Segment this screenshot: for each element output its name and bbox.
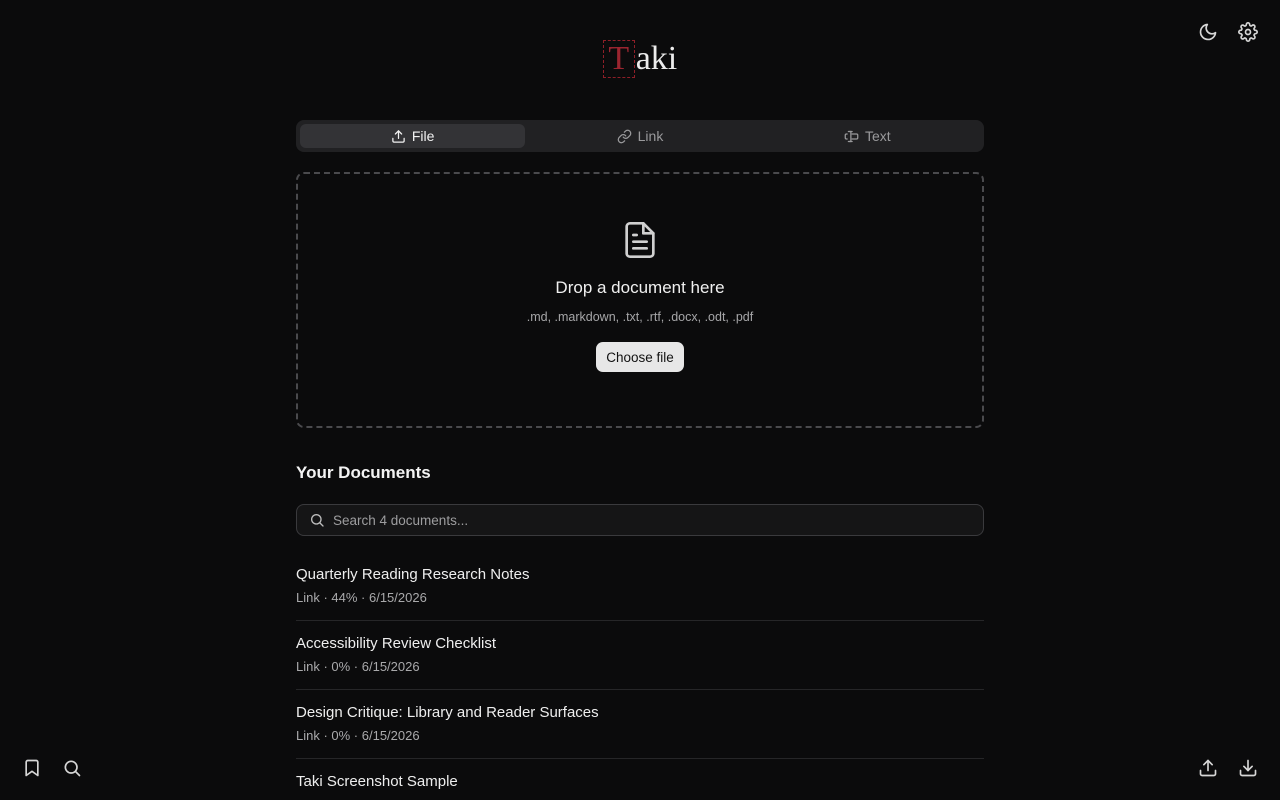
logo-wordmark: aki [635, 40, 678, 77]
file-dropzone[interactable]: Drop a document here .md, .markdown, .tx… [296, 172, 984, 428]
document-item[interactable]: Accessibility Review Checklist Link · 0%… [296, 621, 984, 690]
document-meta: Link · 0% · 6/15/2026 [296, 659, 420, 674]
documents-heading: Your Documents [296, 463, 431, 482]
tab-file[interactable]: File [300, 124, 526, 148]
bookmarks-button[interactable] [16, 752, 48, 784]
document-title: Accessibility Review Checklist [296, 635, 497, 652]
link-icon [617, 129, 631, 143]
document-list: Quarterly Reading Research Notes Link · … [296, 552, 984, 800]
document-item[interactable]: Quarterly Reading Research Notes Link · … [296, 552, 984, 621]
global-search-button[interactable] [56, 752, 88, 784]
file-text-icon [625, 222, 655, 258]
tab-text[interactable]: Text [755, 124, 980, 148]
logo-stamp-initial: T [602, 40, 635, 78]
tab-link-label: Link [637, 128, 664, 144]
app-logo: T aki [0, 40, 1280, 78]
document-title: Quarterly Reading Research Notes [296, 566, 530, 583]
text-cursor-icon [844, 130, 859, 142]
moon-icon [1199, 23, 1217, 41]
tab-link[interactable]: Link [527, 124, 752, 148]
upload-icon [1199, 759, 1217, 777]
tab-text-label: Text [864, 128, 891, 144]
import-button[interactable] [1232, 752, 1264, 784]
document-meta: Link · 0% · 6/15/2026 [296, 728, 420, 743]
upload-icon [392, 129, 405, 143]
document-title: Taki Screenshot Sample [296, 773, 458, 790]
dropzone-title: Drop a document here [555, 278, 725, 297]
document-search [296, 504, 984, 536]
document-item[interactable]: Taki Screenshot Sample [296, 759, 984, 800]
dropzone-formats: .md, .markdown, .txt, .rtf, .docx, .odt,… [526, 310, 754, 324]
bookmark-icon [25, 759, 39, 777]
document-item[interactable]: Design Critique: Library and Reader Surf… [296, 690, 984, 759]
document-title: Design Critique: Library and Reader Surf… [296, 704, 599, 721]
gear-icon [1238, 22, 1258, 42]
document-search-input[interactable] [333, 506, 983, 534]
download-icon [1239, 759, 1257, 777]
export-button[interactable] [1192, 752, 1224, 784]
search-icon [311, 514, 324, 527]
choose-file-button[interactable]: Choose file [596, 342, 684, 372]
import-mode-tabs: File Link Text [296, 120, 984, 152]
app-root: T aki File Link Text Drop a document her… [0, 0, 1280, 800]
tab-file-label: File [411, 128, 435, 144]
document-meta: Link · 44% · 6/15/2026 [296, 590, 427, 605]
search-icon [64, 760, 81, 777]
